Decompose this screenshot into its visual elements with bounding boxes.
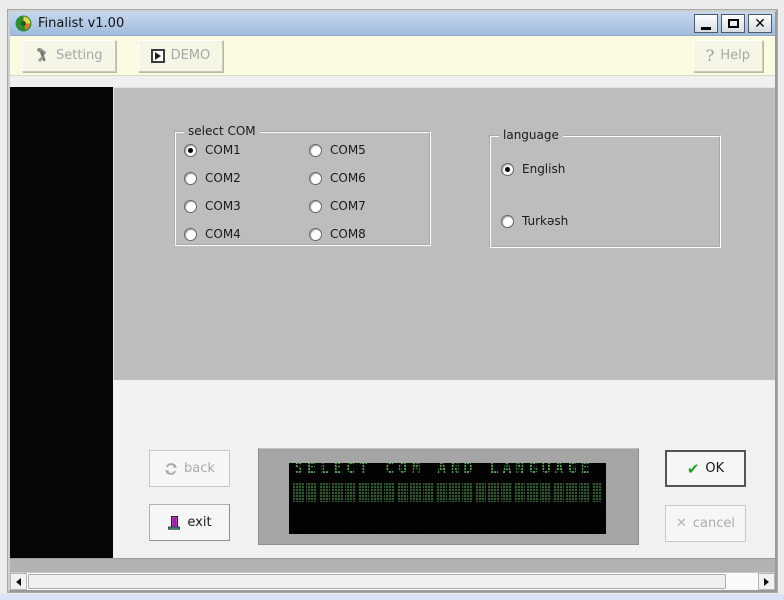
form-bottom-strip	[10, 558, 775, 572]
close-button[interactable]: ✕	[748, 14, 772, 33]
desktop-background-strip	[0, 594, 784, 600]
demo-button[interactable]: DEMO	[138, 40, 224, 72]
back-button-label: back	[184, 461, 215, 476]
maximize-button[interactable]	[721, 14, 745, 33]
com7-label: COM7	[330, 199, 366, 213]
com3-radio-icon[interactable]	[184, 200, 197, 213]
exit-door-icon	[167, 515, 181, 530]
com8-radio-icon[interactable]	[309, 228, 322, 241]
led-display-screen: SELECT COM AND LANGUAGE	[289, 463, 606, 534]
led-dim-row	[293, 483, 602, 502]
window-title: Finalist v1.00	[38, 16, 124, 31]
ok-button[interactable]: ✔ OK	[665, 450, 746, 487]
com4-label: COM4	[205, 227, 241, 241]
main-area: select COM COM1 COM2 COM3	[113, 87, 775, 558]
setting-button[interactable]: Setting	[22, 40, 116, 72]
actions-panel: back exit SELECT COM AND LANGUAGE	[113, 380, 775, 558]
radio-com8[interactable]: COM8	[309, 227, 366, 241]
cancel-x-icon: ✕	[676, 516, 687, 531]
scroll-right-button[interactable]	[758, 573, 775, 590]
language-group-title: language	[499, 128, 563, 142]
ok-check-icon: ✔	[687, 460, 700, 478]
maximize-icon	[728, 19, 739, 28]
scrollbar-thumb[interactable]	[28, 574, 726, 589]
com2-label: COM2	[205, 171, 241, 185]
demo-button-label: DEMO	[171, 48, 211, 63]
com6-radio-icon[interactable]	[309, 172, 322, 185]
com4-radio-icon[interactable]	[184, 228, 197, 241]
demo-play-icon	[151, 49, 165, 63]
radio-com4[interactable]: COM4	[184, 227, 241, 241]
minimize-button[interactable]	[694, 14, 718, 33]
com5-radio-icon[interactable]	[309, 144, 322, 157]
exit-button-label: exit	[187, 515, 211, 530]
radio-turkish[interactable]: Turkəsh	[501, 214, 568, 228]
english-label: English	[522, 162, 565, 176]
turkish-radio-icon[interactable]	[501, 215, 514, 228]
horizontal-scrollbar[interactable]	[10, 572, 775, 590]
app-window: Finalist v1.00 ✕ Setting DEMO ? H	[8, 10, 777, 592]
select-com-groupbox: select COM COM1 COM2 COM3	[174, 131, 431, 246]
com1-label: COM1	[205, 143, 241, 157]
com7-radio-icon[interactable]	[309, 200, 322, 213]
scroll-left-icon	[16, 578, 21, 586]
language-groupbox: language English Turkəsh	[489, 135, 721, 248]
left-black-panel	[10, 87, 113, 558]
radio-english[interactable]: English	[501, 162, 565, 176]
minimize-icon	[701, 27, 711, 30]
exit-button[interactable]: exit	[149, 504, 230, 541]
cancel-button[interactable]: ✕ cancel	[665, 505, 746, 542]
app-icon	[15, 15, 32, 32]
led-display-text: SELECT COM AND LANGUAGE	[289, 463, 606, 477]
com8-label: COM8	[330, 227, 366, 241]
back-refresh-icon	[164, 462, 178, 476]
scroll-right-icon	[764, 578, 769, 586]
toolbar: Setting DEMO ? Help	[10, 36, 775, 76]
scroll-left-button[interactable]	[10, 573, 27, 590]
radio-com1[interactable]: COM1	[184, 143, 241, 157]
com6-label: COM6	[330, 171, 366, 185]
setting-button-label: Setting	[56, 48, 103, 63]
back-button[interactable]: back	[149, 450, 230, 487]
radio-com5[interactable]: COM5	[309, 143, 366, 157]
ok-button-label: OK	[705, 461, 724, 476]
com5-label: COM5	[330, 143, 366, 157]
radio-com3[interactable]: COM3	[184, 199, 241, 213]
radio-com2[interactable]: COM2	[184, 171, 241, 185]
com1-radio-icon[interactable]	[184, 144, 197, 157]
content-area: select COM COM1 COM2 COM3	[10, 87, 775, 558]
select-com-group-title: select COM	[184, 124, 260, 138]
english-radio-icon[interactable]	[501, 163, 514, 176]
turkish-label: Turkəsh	[522, 214, 568, 228]
com2-radio-icon[interactable]	[184, 172, 197, 185]
close-icon: ✕	[754, 17, 766, 31]
settings-panel: select COM COM1 COM2 COM3	[113, 87, 775, 380]
cancel-button-label: cancel	[693, 516, 735, 531]
toolbar-gap	[10, 76, 775, 87]
help-button-label: Help	[720, 48, 750, 63]
scrollbar-track[interactable]	[27, 573, 758, 590]
com3-label: COM3	[205, 199, 241, 213]
help-button[interactable]: ? Help	[693, 40, 763, 72]
led-display-bezel: SELECT COM AND LANGUAGE	[258, 448, 639, 545]
title-bar: Finalist v1.00 ✕	[10, 12, 775, 36]
radio-com6[interactable]: COM6	[309, 171, 366, 185]
radio-com7[interactable]: COM7	[309, 199, 366, 213]
help-question-icon: ?	[706, 46, 715, 65]
setting-tools-icon	[35, 48, 50, 63]
